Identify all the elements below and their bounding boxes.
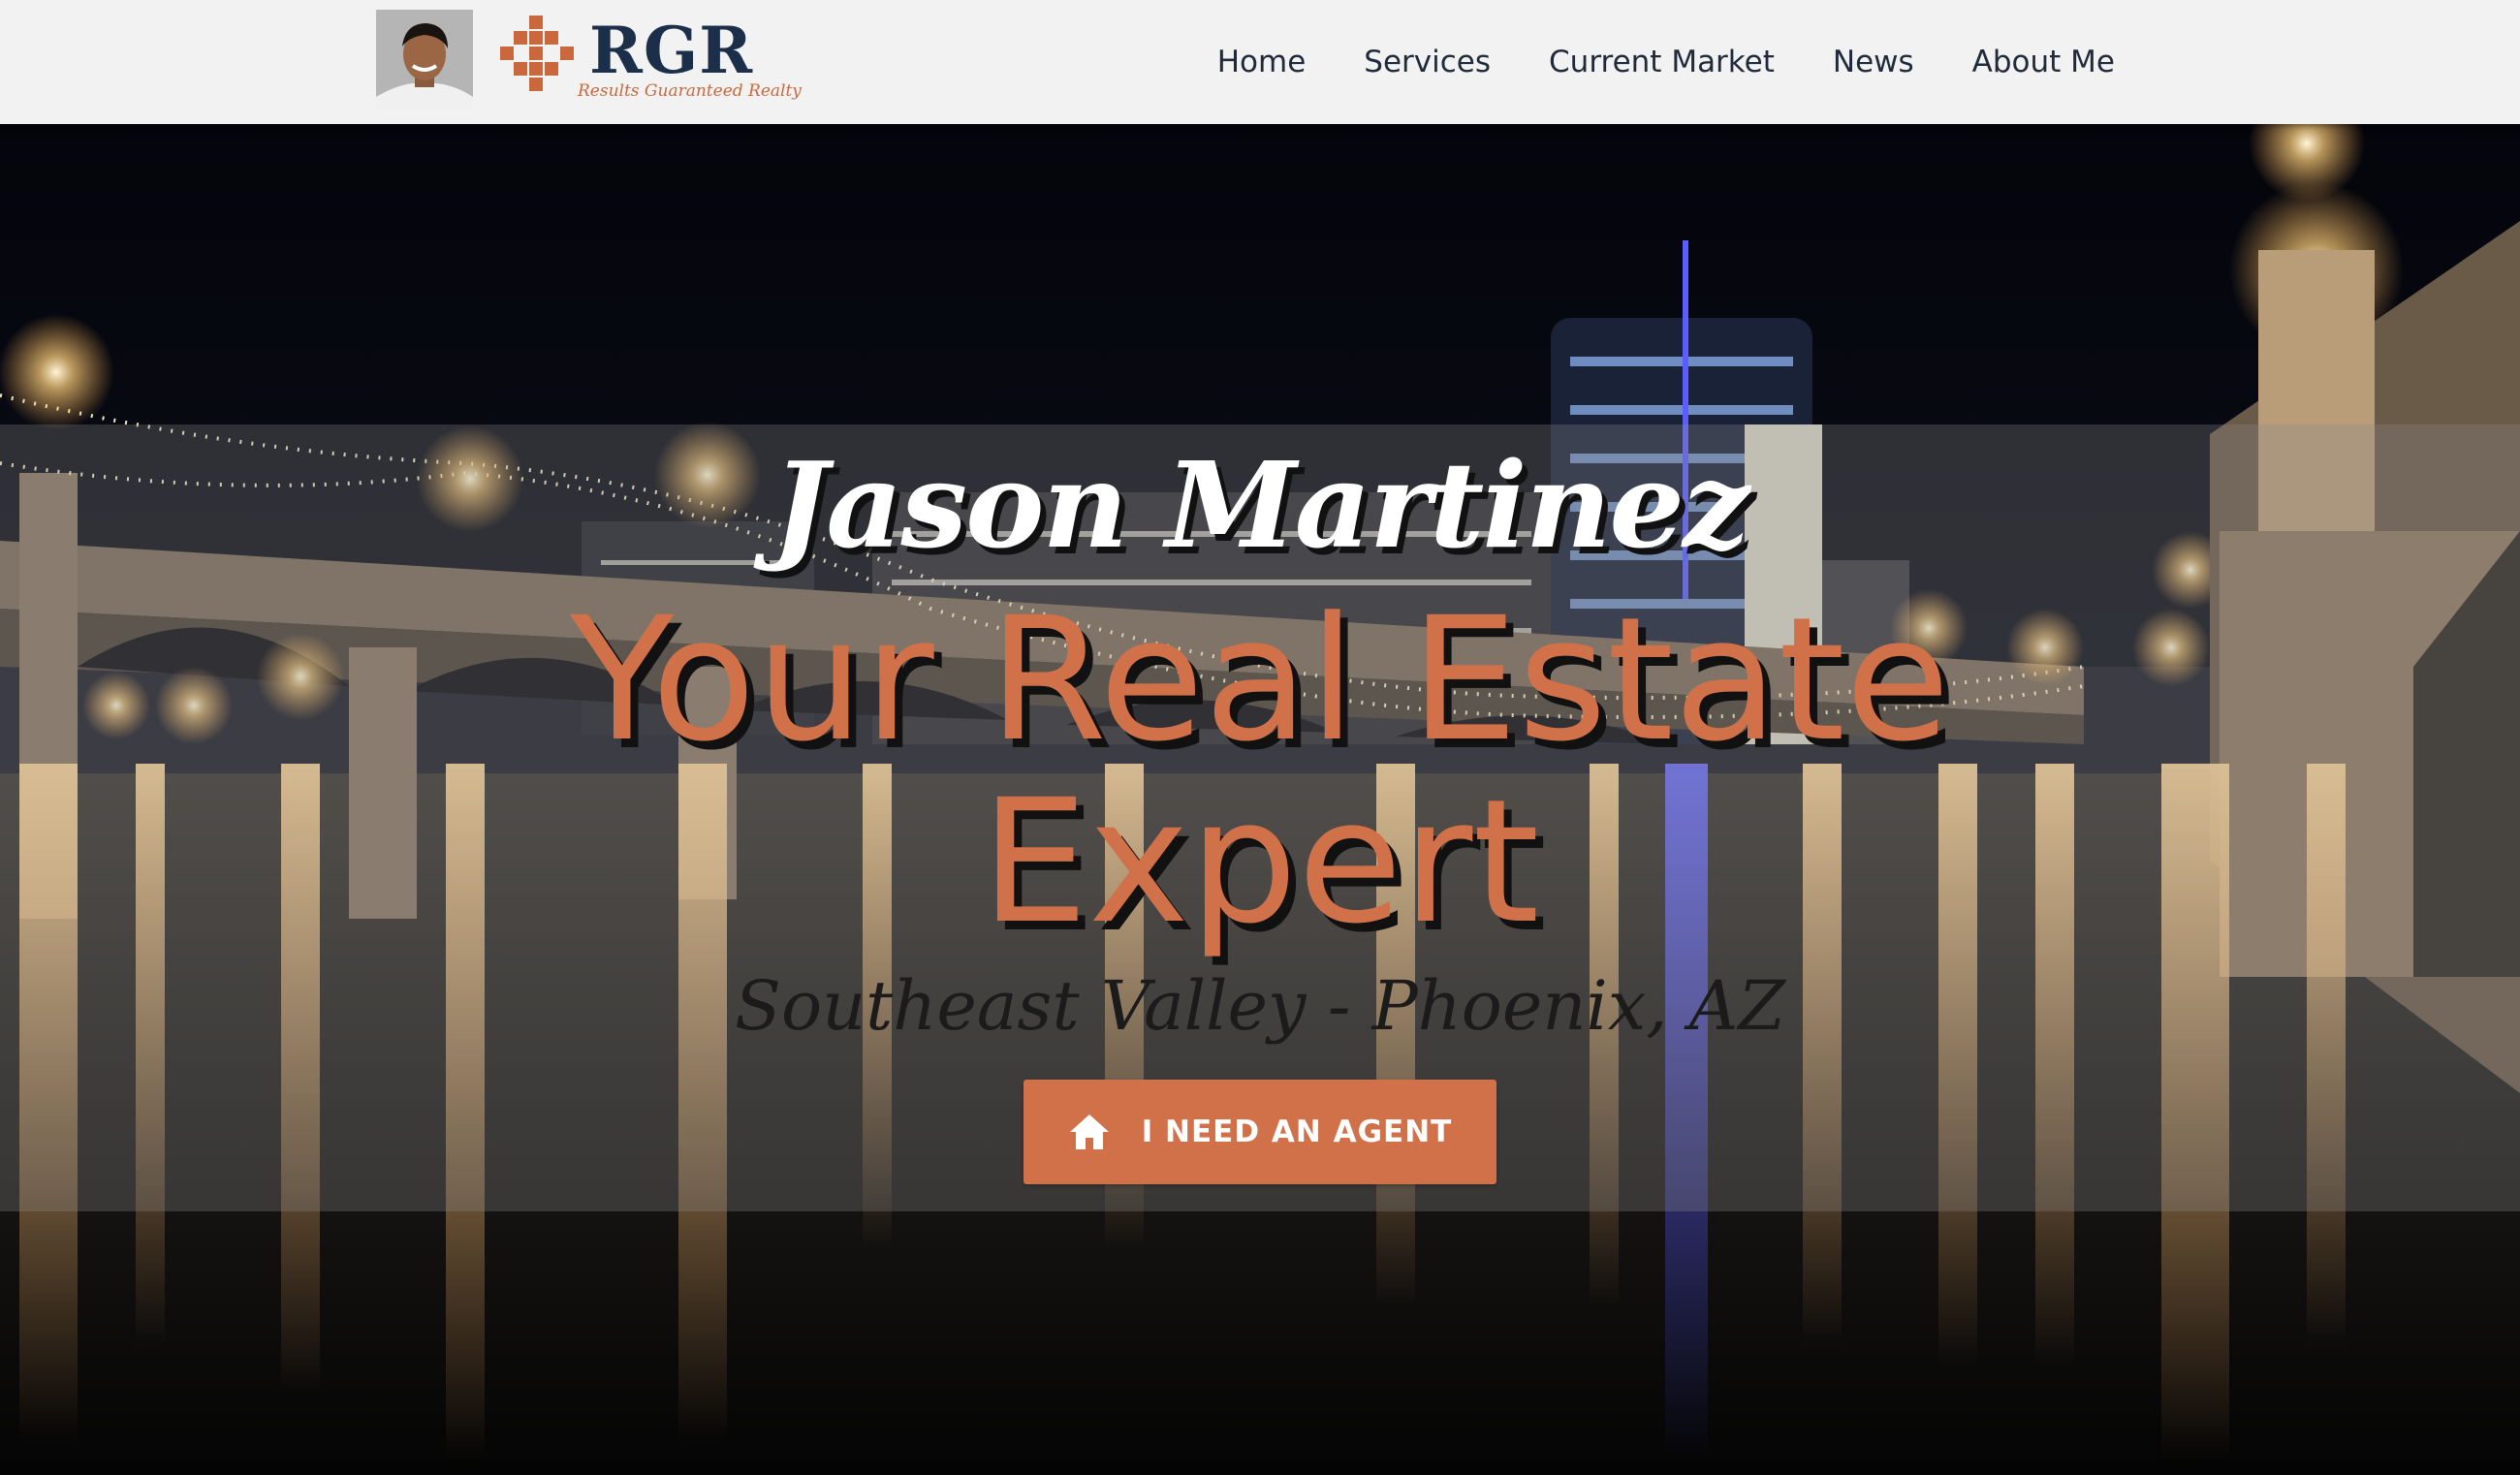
hero-headline-line2: Expert — [980, 763, 1540, 961]
need-agent-button-label: I NEED AN AGENT — [1141, 1114, 1453, 1149]
need-agent-button[interactable]: I NEED AN AGENT — [1024, 1080, 1496, 1184]
main-nav: Home Services Current Market News About … — [1217, 0, 2115, 124]
nav-about-me[interactable]: About Me — [1972, 45, 2115, 79]
logo-tagline: Results Guaranteed Realty — [578, 81, 802, 101]
hero-section: Jason Martinez Your Real Estate Expert S… — [0, 124, 2520, 1475]
nav-news[interactable]: News — [1833, 45, 1914, 79]
hero-headline: Your Real Estate Expert — [0, 589, 2520, 954]
home-icon — [1069, 1114, 1109, 1149]
nav-services[interactable]: Services — [1364, 45, 1491, 79]
site-header: RGR Results Guaranteed Realty Home Servi… — [0, 0, 2520, 124]
rgr-logo[interactable]: RGR Results Guaranteed Realty — [500, 13, 802, 103]
logo-letters: RGR — [589, 13, 754, 88]
nav-home[interactable]: Home — [1217, 45, 1307, 79]
agent-name: Jason Martinez — [772, 435, 1750, 575]
logo-mark-icon — [500, 16, 574, 91]
agent-avatar[interactable] — [376, 10, 473, 110]
hero-subtitle: Southeast Valley - Phoenix, AZ — [734, 966, 1785, 1046]
agent-portrait-image — [376, 10, 473, 110]
nav-current-market[interactable]: Current Market — [1549, 45, 1775, 79]
hero-headline-line1: Your Real Estate — [569, 581, 1951, 779]
